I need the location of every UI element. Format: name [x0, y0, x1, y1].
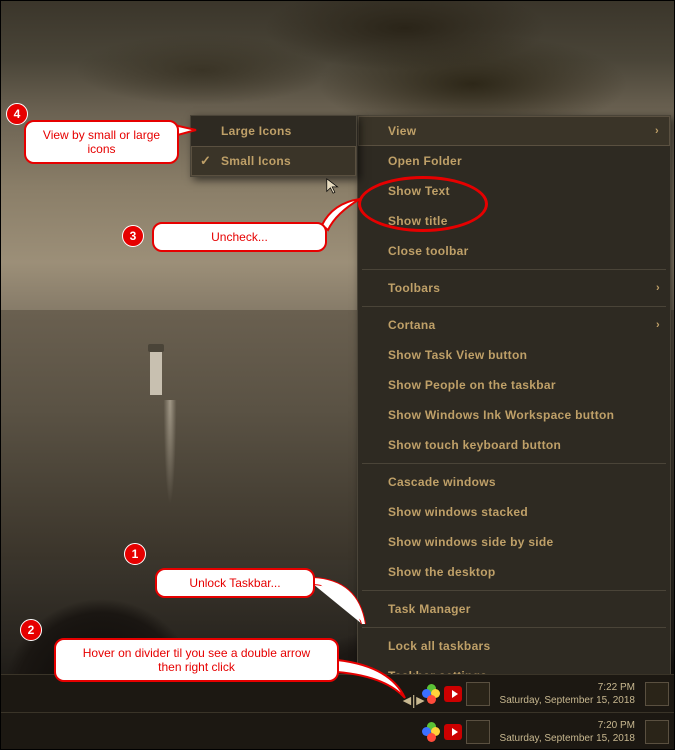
menu-item-label: Toolbars — [388, 281, 440, 295]
submenu-item[interactable]: Large Icons — [191, 116, 356, 146]
check-icon: ✓ — [200, 153, 211, 169]
annotation-tail-1 — [310, 576, 370, 636]
menu-item-label: Show Task View button — [388, 348, 527, 362]
tray-box-icon[interactable] — [466, 682, 490, 706]
annotation-number-3: 3 — [122, 225, 144, 247]
tray-clock-1[interactable]: 7:22 PM Saturday, September 15, 2018 — [494, 681, 641, 707]
annotation-box-4: View by small or large icons — [24, 120, 179, 164]
tray-time-1: 7:22 PM — [500, 681, 635, 694]
mouse-cursor-icon — [325, 177, 343, 195]
menu-item[interactable]: Show touch keyboard button — [358, 430, 670, 460]
menu-item[interactable]: Show the desktop — [358, 557, 670, 587]
annotation-number-1: 1 — [124, 543, 146, 565]
annotation-box-3: Uncheck... — [152, 222, 327, 252]
menu-item-label: Show People on the taskbar — [388, 378, 556, 392]
submenu-arrow-icon: › — [656, 282, 660, 294]
menu-item[interactable]: Open Folder — [358, 146, 670, 176]
menu-item[interactable]: Task Manager — [358, 594, 670, 624]
annotation-number-2: 2 — [20, 619, 42, 641]
annotation-box-1: Unlock Taskbar... — [155, 568, 315, 598]
menu-item[interactable]: View › — [358, 116, 670, 146]
menu-item-label: Show the desktop — [388, 565, 495, 579]
wallpaper-lighthouse — [150, 350, 162, 395]
menu-item-label: Cascade windows — [388, 475, 496, 489]
tray-youtube-icon[interactable] — [444, 685, 462, 703]
annotation-tail-2 — [335, 658, 415, 703]
taskbar-lower[interactable]: 7:20 PM Saturday, September 15, 2018 — [0, 712, 675, 750]
menu-item[interactable]: Lock all taskbars — [358, 631, 670, 661]
menu-item[interactable]: Toolbars › — [358, 273, 670, 303]
menu-item-label: Show touch keyboard button — [388, 438, 561, 452]
menu-item-label: Show Windows Ink Workspace button — [388, 408, 614, 422]
menu-item[interactable]: Cascade windows — [358, 467, 670, 497]
menu-item[interactable]: Show Task View button — [358, 340, 670, 370]
submenu-item[interactable]: ✓ Small Icons — [191, 146, 356, 176]
submenu-item-label: Large Icons — [221, 124, 292, 138]
menu-item[interactable]: Close toolbar — [358, 236, 670, 266]
menu-separator — [362, 269, 666, 270]
menu-separator — [362, 627, 666, 628]
menu-item-label: Task Manager — [388, 602, 471, 616]
menu-item[interactable]: Show windows stacked — [358, 497, 670, 527]
tray-box-icon-2[interactable] — [466, 720, 490, 744]
annotation-ellipse — [358, 176, 488, 232]
tray-youtube-icon-2[interactable] — [444, 723, 462, 741]
menu-item-label: Show windows stacked — [388, 505, 528, 519]
annotation-box-2: Hover on divider til you see a double ar… — [54, 638, 339, 682]
menu-item[interactable]: Show People on the taskbar — [358, 370, 670, 400]
menu-item-label: Cortana — [388, 318, 435, 332]
menu-separator — [362, 463, 666, 464]
submenu-arrow-icon: › — [655, 125, 659, 137]
tray-end-icon-2[interactable] — [645, 720, 669, 744]
view-submenu: Large Icons ✓ Small Icons — [190, 115, 357, 177]
tray-quad-icon-2[interactable] — [422, 723, 440, 741]
tray-date-2: Saturday, September 15, 2018 — [500, 732, 635, 745]
tray-time-2: 7:20 PM — [500, 719, 635, 732]
menu-item[interactable]: Show windows side by side — [358, 527, 670, 557]
tray-clock-2[interactable]: 7:20 PM Saturday, September 15, 2018 — [494, 719, 641, 745]
menu-item[interactable]: Show Windows Ink Workspace button — [358, 400, 670, 430]
menu-item-label: View — [388, 124, 416, 138]
tray-date-1: Saturday, September 15, 2018 — [500, 694, 635, 707]
menu-item-label: Show windows side by side — [388, 535, 554, 549]
annotation-number-4: 4 — [6, 103, 28, 125]
menu-item-label: Open Folder — [388, 154, 462, 168]
submenu-arrow-icon: › — [656, 319, 660, 331]
tray-end-icon-1[interactable] — [645, 682, 669, 706]
submenu-item-label: Small Icons — [221, 154, 291, 168]
menu-separator — [362, 590, 666, 591]
menu-separator — [362, 306, 666, 307]
menu-item[interactable]: Cortana › — [358, 310, 670, 340]
menu-item-label: Lock all taskbars — [388, 639, 490, 653]
menu-item-label: Close toolbar — [388, 244, 469, 258]
